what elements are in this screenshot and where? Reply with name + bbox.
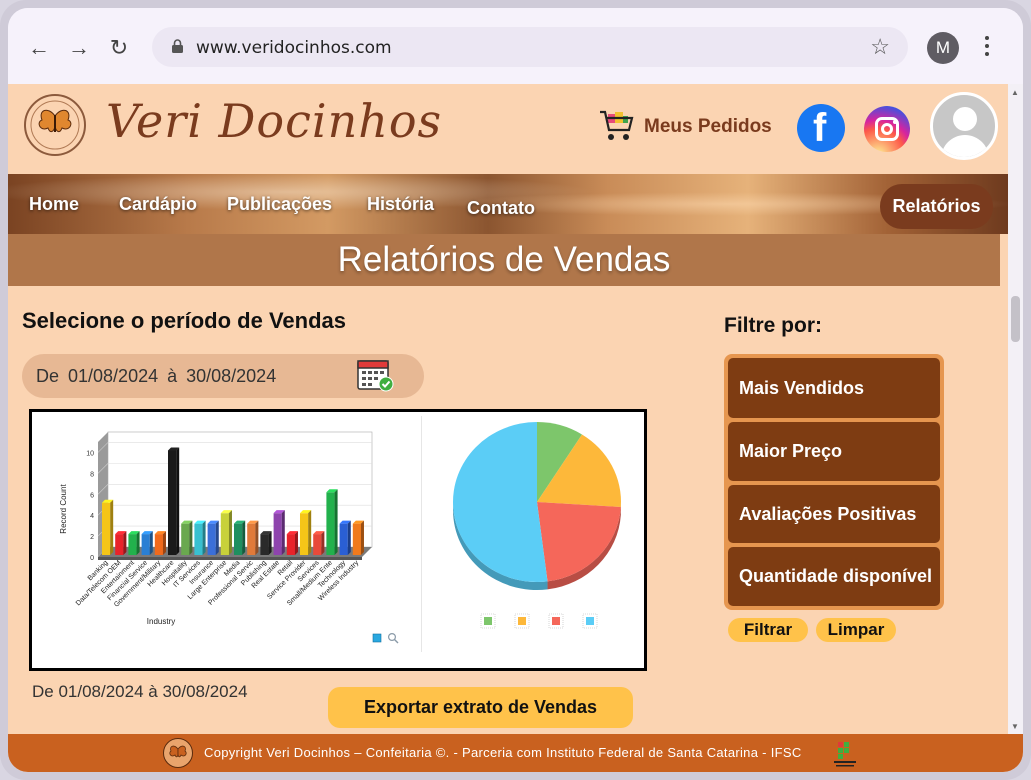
shopping-cart-icon[interactable] xyxy=(598,108,634,144)
browser-window: ← → ↻ www.veridocinhos.com ☆ M Veri Doci… xyxy=(8,8,1023,772)
bar xyxy=(102,499,114,555)
facebook-icon[interactable]: f xyxy=(797,104,845,152)
title-band: Relatórios de Vendas xyxy=(8,234,1000,286)
pie-slice xyxy=(453,422,548,582)
filter-heading: Filtre por: xyxy=(724,314,822,337)
x-axis-label: Industry xyxy=(147,617,175,626)
nav-publicacoes[interactable]: Publicações xyxy=(227,194,332,215)
browser-toolbar: ← → ↻ www.veridocinhos.com ☆ M xyxy=(8,8,1023,84)
nav-historia[interactable]: História xyxy=(367,194,434,215)
pie-legend-swatch[interactable] xyxy=(484,617,492,625)
filter-panel: Mais Vendidos Maior Preço Avaliações Pos… xyxy=(724,354,944,610)
footer-logo-icon xyxy=(163,738,193,768)
user-profile-icon[interactable] xyxy=(930,92,998,160)
footer-text: Copyright Veri Docinhos – Confeitaria ©.… xyxy=(204,745,802,760)
filter-highest-price[interactable]: Maior Preço xyxy=(728,422,940,481)
calendar-check-icon[interactable] xyxy=(356,357,394,393)
bar xyxy=(220,510,232,555)
bar xyxy=(247,520,259,555)
y-tick-label: 6 xyxy=(90,492,94,499)
profile-avatar[interactable]: M xyxy=(927,32,959,64)
bar xyxy=(326,489,338,555)
bar xyxy=(234,520,246,555)
bar xyxy=(128,531,140,555)
site-footer: Copyright Veri Docinhos – Confeitaria ©.… xyxy=(8,734,1023,772)
page-scrollbar[interactable]: ▲ ▼ xyxy=(1008,84,1023,734)
legend-toggle xyxy=(372,633,382,643)
instagram-icon[interactable] xyxy=(864,106,910,152)
back-arrow-icon[interactable]: ← xyxy=(26,35,52,61)
bar xyxy=(313,531,325,555)
site-header: Veri Docinhos Meus Pedidos f xyxy=(8,84,1008,174)
y-tick-label: 2 xyxy=(90,534,94,541)
y-tick-label: 0 xyxy=(90,555,94,562)
y-tick-label: 8 xyxy=(90,471,94,478)
y-tick-label: 10 xyxy=(86,450,94,457)
pie-legend-swatch[interactable] xyxy=(586,617,594,625)
bar xyxy=(168,447,180,555)
bar xyxy=(207,520,219,555)
pie-legend-swatch[interactable] xyxy=(518,617,526,625)
reload-icon[interactable]: ↻ xyxy=(106,35,132,61)
nav-contato[interactable]: Contato xyxy=(467,198,535,219)
ifsc-logo-icon xyxy=(834,742,856,767)
page-title: Relatórios de Vendas xyxy=(337,240,671,279)
filter-clear-button[interactable]: Limpar xyxy=(816,618,896,642)
bar xyxy=(273,510,285,555)
filter-best-sellers[interactable]: Mais Vendidos xyxy=(728,358,940,418)
pie-chart xyxy=(453,422,621,629)
main-navbar: Home Cardápio Publicações História Conta… xyxy=(8,174,1008,234)
forward-arrow-icon[interactable]: → xyxy=(66,35,92,61)
brand-title: Veri Docinhos xyxy=(106,94,443,148)
bar xyxy=(286,531,298,555)
bar xyxy=(260,531,272,555)
pie-legend-swatch[interactable] xyxy=(552,617,560,625)
select-period-heading: Selecione o período de Vendas xyxy=(22,308,346,333)
sales-chart-panel: 0 2 4 6 8 10 Banking Data/Telecom OEM Entertainm… xyxy=(29,409,647,671)
menu-kebab-icon[interactable] xyxy=(980,32,994,62)
zoom-icon[interactable] xyxy=(388,633,399,644)
bar xyxy=(194,520,206,555)
bar xyxy=(339,520,351,555)
filter-quantity-available[interactable]: Quantidade disponível xyxy=(728,547,940,606)
bookmark-star-icon[interactable]: ☆ xyxy=(870,34,890,60)
bar xyxy=(300,510,312,555)
y-axis-label: Record Count xyxy=(59,484,68,534)
bar-chart: 0246810BankingData/Telecom OEMEntertainm… xyxy=(59,431,399,644)
pie-slice xyxy=(537,502,621,582)
bar xyxy=(115,531,127,555)
bar xyxy=(352,520,364,555)
export-sales-button[interactable]: Exportar extrato de Vendas xyxy=(328,687,633,728)
butterfly-logo-icon[interactable] xyxy=(24,94,86,156)
bar xyxy=(181,520,193,555)
address-bar[interactable]: www.veridocinhos.com ☆ xyxy=(152,27,908,67)
nav-relatorios[interactable]: Relatórios xyxy=(880,184,993,229)
nav-home[interactable]: Home xyxy=(29,194,79,215)
device-frame: ← → ↻ www.veridocinhos.com ☆ M Veri Doci… xyxy=(0,0,1031,780)
lock-icon xyxy=(172,39,183,53)
range-text: De 01/08/2024 à 30/08/2024 xyxy=(32,682,248,701)
bar xyxy=(141,531,153,555)
orders-link[interactable]: Meus Pedidos xyxy=(644,116,772,138)
y-tick-label: 4 xyxy=(90,513,94,520)
period-text: De 01/08/2024 à 30/08/2024 xyxy=(36,366,277,386)
period-selector[interactable]: De 01/08/2024 à 30/08/2024 xyxy=(22,354,424,398)
filter-apply-button[interactable]: Filtrar xyxy=(728,618,808,642)
nav-cardapio[interactable]: Cardápio xyxy=(119,194,197,215)
filter-positive-reviews[interactable]: Avaliações Positivas xyxy=(728,485,940,543)
bar xyxy=(154,531,166,555)
page-viewport: Veri Docinhos Meus Pedidos f Home Cardáp… xyxy=(8,84,1023,772)
url-text: www.veridocinhos.com xyxy=(196,38,392,58)
